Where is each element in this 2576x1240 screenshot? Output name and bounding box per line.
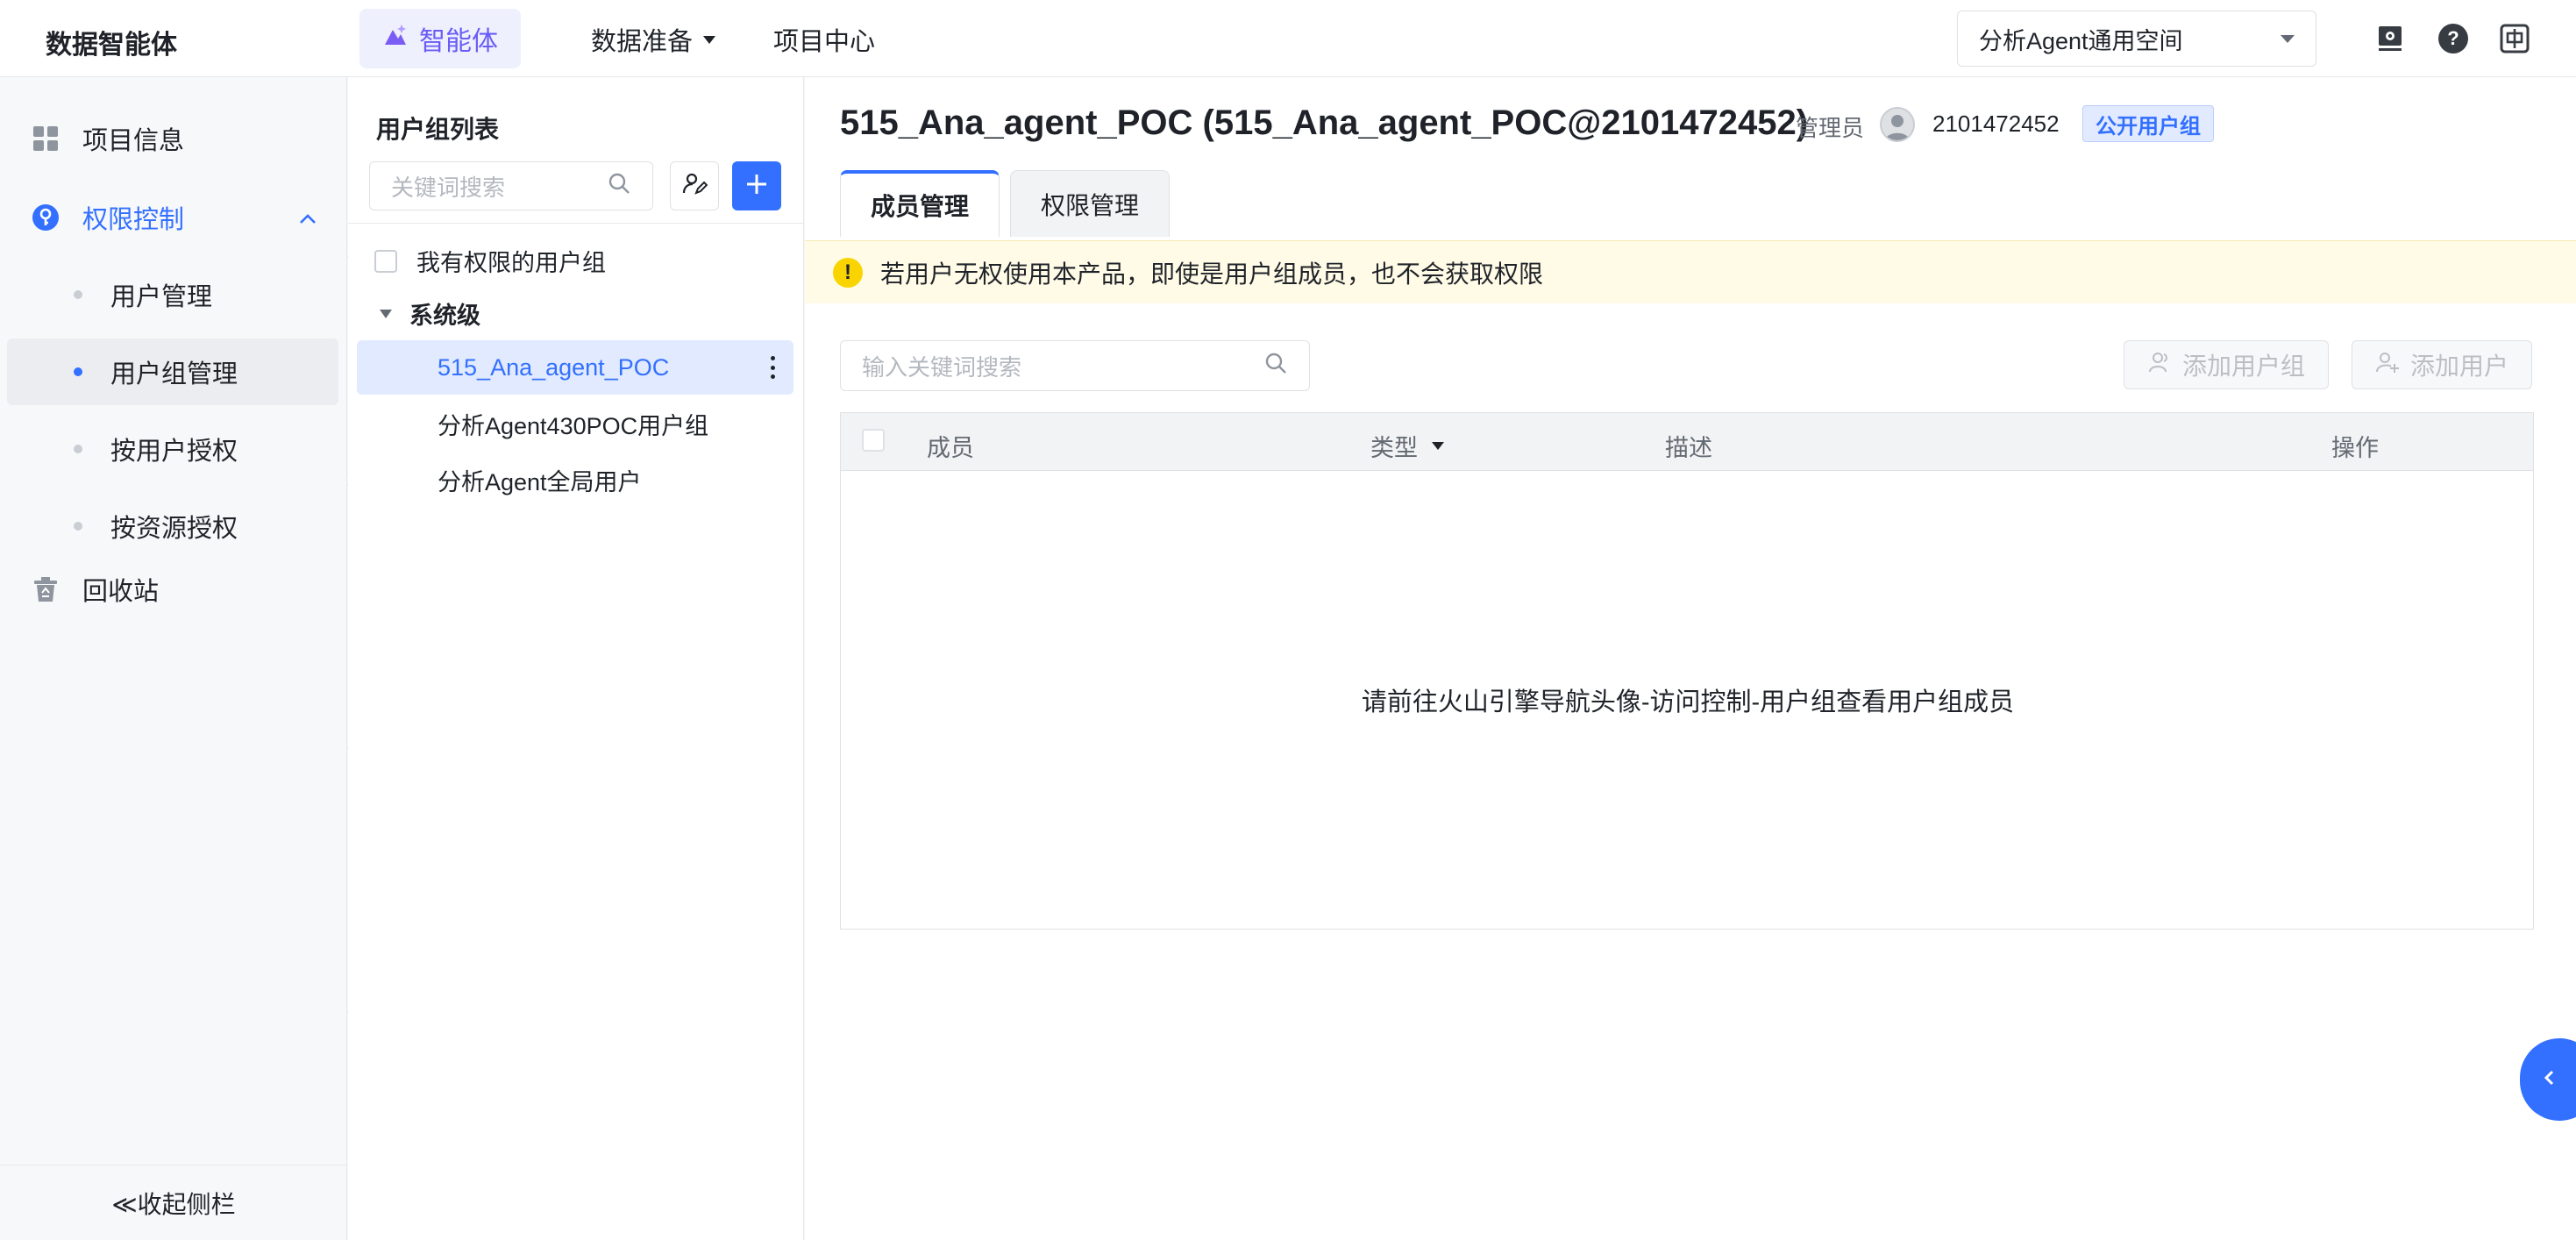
sidebar-item-label: 按资源授权 xyxy=(110,515,238,543)
add-user-group-button[interactable]: 添加用户组 xyxy=(2124,340,2330,389)
sidebar-item-user-authorization[interactable]: 按用户授权 xyxy=(7,416,338,482)
sidebar-item-label: 项目信息 xyxy=(82,127,185,155)
sidebar-item-user-management[interactable]: 用户管理 xyxy=(7,261,338,328)
my-groups-checkbox[interactable]: 我有权限的用户组 xyxy=(374,244,606,278)
add-user-icon xyxy=(2375,350,2400,381)
divider xyxy=(348,223,804,224)
user-filter-button[interactable] xyxy=(670,161,719,210)
screen-settings-icon[interactable] xyxy=(2374,23,2406,54)
chevron-down-icon xyxy=(2281,34,2295,43)
add-user-label: 添加用户 xyxy=(2410,353,2509,380)
group-item-label: 515_Ana_agent_POC xyxy=(438,353,670,381)
more-vertical-icon[interactable] xyxy=(771,356,776,379)
group-item[interactable]: 分析Agent430POC用户组 xyxy=(357,396,793,451)
workspace-select[interactable]: 分析Agent通用空间 xyxy=(1957,11,2316,67)
warning-text: 若用户无权使用本产品，即使是用户组成员，也不会获取权限 xyxy=(880,260,1544,288)
top-header: 数据智能体 智能体 数据准备 项目中心 分析Agent通用空间 ? xyxy=(0,0,2576,77)
checkbox[interactable] xyxy=(374,249,397,273)
group-item[interactable]: 分析Agent全局用户 xyxy=(357,453,793,507)
bullet-dot xyxy=(74,445,82,453)
member-table: 成员 类型 描述 操作 请前往火山引擎导航头像-访问控制-用户组查看用户组成员 xyxy=(840,412,2534,930)
add-group-button[interactable] xyxy=(732,161,781,210)
sidebar-item-label: 回收站 xyxy=(82,578,160,606)
group-search-input[interactable]: 关键词搜索 xyxy=(369,161,653,210)
chevron-left-icon xyxy=(2539,1067,2560,1093)
bullet-dot xyxy=(74,522,82,531)
sidebar-item-label: 用户管理 xyxy=(110,283,213,311)
warning-icon: ! xyxy=(833,257,863,288)
column-header-type[interactable]: 类型 xyxy=(1370,429,1444,463)
sidebar-item-group-management[interactable]: 用户组管理 xyxy=(7,339,338,405)
column-header-label: 类型 xyxy=(1370,435,1418,461)
main-content: 515_Ana_agent_POC (515_Ana_agent_POC@210… xyxy=(805,77,2576,1240)
page-title: 515_Ana_agent_POC (515_Ana_agent_POC@210… xyxy=(840,103,1809,142)
table-header: 成员 类型 描述 操作 xyxy=(841,413,2533,471)
user-edit-icon xyxy=(681,171,708,202)
nav-data-prep[interactable]: 数据准备 xyxy=(591,21,716,58)
nav-project-center-label: 项目中心 xyxy=(773,28,876,56)
add-user-group-label: 添加用户组 xyxy=(2182,353,2306,380)
filter-caret-icon[interactable] xyxy=(1432,442,1444,450)
sidebar-item-project-info[interactable]: 项目信息 xyxy=(0,119,347,158)
group-search-placeholder: 关键词搜索 xyxy=(391,174,506,201)
user-id: 2101472452 xyxy=(1932,110,2060,137)
member-search-input[interactable]: 输入关键词搜索 xyxy=(840,340,1310,391)
tree-node-system[interactable]: 系统级 xyxy=(380,296,480,331)
group-list-title: 用户组列表 xyxy=(376,116,500,143)
nav-agent-button[interactable]: 智能体 xyxy=(359,9,521,68)
column-header-member: 成员 xyxy=(927,435,974,461)
sidebar-item-permission-control[interactable]: 权限控制 xyxy=(0,198,347,237)
group-item-label: 分析Agent430POC用户组 xyxy=(438,412,709,439)
search-icon xyxy=(607,171,631,202)
my-groups-label: 我有权限的用户组 xyxy=(416,250,606,276)
tree-node-label: 系统级 xyxy=(409,303,480,329)
empty-state-message: 请前往火山引擎导航头像-访问控制-用户组查看用户组成员 xyxy=(1361,688,2015,716)
group-item-label: 分析Agent全局用户 xyxy=(438,468,642,495)
sidebar-item-label: 权限控制 xyxy=(82,206,185,234)
sidebar-item-resource-authorization[interactable]: 按资源授权 xyxy=(7,493,338,559)
tab-member-management[interactable]: 成员管理 xyxy=(840,170,1000,237)
caret-down-icon xyxy=(703,35,716,44)
nav-data-prep-label: 数据准备 xyxy=(591,28,694,56)
add-user-button[interactable]: 添加用户 xyxy=(2352,340,2533,389)
role-label: 管理员 xyxy=(1796,115,1865,141)
workspace-select-value: 分析Agent通用空间 xyxy=(1979,27,2183,54)
nav-agent-label: 智能体 xyxy=(419,27,498,56)
warning-banner: ! 若用户无权使用本产品，即使是用户组成员，也不会获取权限 xyxy=(805,240,2576,303)
tab-bar: 成员管理 权限管理 xyxy=(840,170,1171,237)
member-search-placeholder: 输入关键词搜索 xyxy=(862,353,1022,381)
user-group-icon xyxy=(2147,350,2172,381)
nav-project-center[interactable]: 项目中心 xyxy=(773,21,875,58)
agent-sparkle-icon xyxy=(382,22,409,55)
help-icon[interactable]: ? xyxy=(2437,23,2469,54)
language-icon[interactable] xyxy=(2499,23,2530,54)
sidebar-item-label: 用户组管理 xyxy=(110,360,238,388)
tab-permission-management[interactable]: 权限管理 xyxy=(1010,170,1171,237)
avatar xyxy=(1880,107,1915,142)
bullet-dot xyxy=(74,367,82,376)
left-sidebar: 项目信息 权限控制 用户管理 用户组管理 按用户授权 按资源授权 回收站 ≪收起… xyxy=(0,77,347,1240)
grid-icon xyxy=(32,125,60,153)
column-header-description: 描述 xyxy=(1665,435,1712,461)
column-header-actions: 操作 xyxy=(2331,435,2379,461)
recycle-bin-icon xyxy=(32,575,60,603)
svg-text:?: ? xyxy=(2447,27,2459,49)
key-icon xyxy=(32,203,60,232)
select-all-checkbox[interactable] xyxy=(862,429,885,452)
brand-title: 数据智能体 xyxy=(46,31,177,60)
caret-down-icon xyxy=(380,309,392,318)
collapse-sidebar-button[interactable]: ≪收起侧栏 xyxy=(0,1165,347,1240)
plus-icon xyxy=(744,172,769,201)
sidebar-item-recycle-bin[interactable]: 回收站 xyxy=(0,570,347,609)
status-badge: 公开用户组 xyxy=(2082,105,2214,142)
group-item[interactable]: 515_Ana_agent_POC xyxy=(357,340,793,395)
bullet-dot xyxy=(74,290,82,299)
search-icon xyxy=(1263,351,1288,381)
sidebar-item-label: 按用户授权 xyxy=(110,438,238,466)
chevron-up-icon xyxy=(298,207,317,236)
group-list-panel: 用户组列表 关键词搜索 我有权限的用户组 系统级 515_Ana_agent_P… xyxy=(348,77,804,1240)
